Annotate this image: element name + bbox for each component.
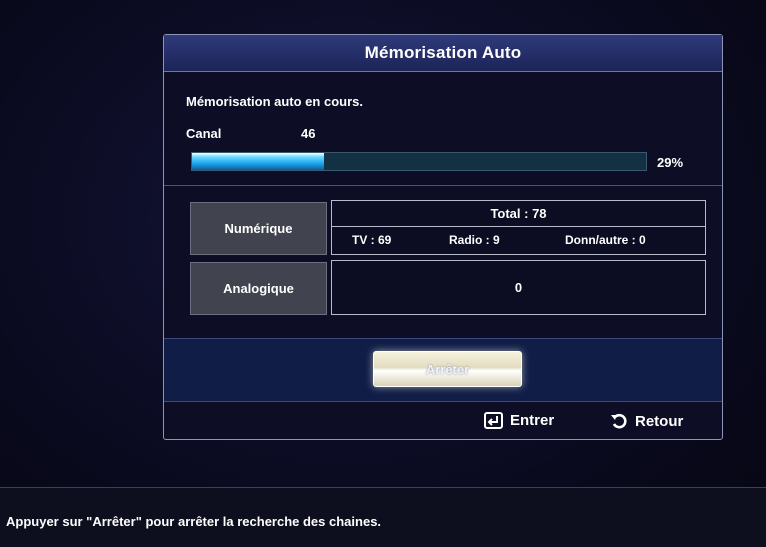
analog-count: 0 (514, 280, 523, 295)
return-key-label: Retour (635, 412, 684, 430)
return-key[interactable]: Retour (610, 412, 683, 430)
scan-status-text: Mémorisation auto en cours. (186, 94, 363, 109)
digital-total: Total : 78 (332, 201, 705, 227)
scan-progress-fill (192, 153, 324, 170)
scan-progress-bar (191, 152, 647, 171)
channel-label: Canal (186, 126, 222, 141)
stop-button[interactable]: Arrêter (373, 351, 522, 387)
digital-total-text: Total : 78 (490, 206, 547, 221)
data-other-count: Donn/autre : 0 (565, 233, 646, 247)
footer-key-guide: Entrer Retour (164, 402, 722, 440)
help-hint-text: Appuyer sur "Arrêter" pour arrêter la re… (6, 514, 382, 529)
enter-key[interactable]: Entrer (484, 412, 554, 429)
digital-results-cell: Total : 78 TV : 69 Radio : 9 Donn/autre … (331, 200, 706, 255)
help-bar: Appuyer sur "Arrêter" pour arrêter la re… (0, 487, 766, 547)
dialog-title: Mémorisation Auto (364, 43, 522, 62)
tv-count: TV : 69 (352, 233, 392, 247)
tv-screen: Mémorisation Auto Mémorisation auto en c… (0, 0, 766, 547)
digital-label-cell: Numérique (190, 202, 327, 255)
divider (164, 185, 722, 186)
analog-label-cell: Analogique (190, 262, 327, 315)
digital-label: Numérique (224, 221, 293, 236)
analog-results-cell: 0 (331, 260, 706, 315)
analog-label: Analogique (223, 281, 294, 296)
enter-key-icon (484, 412, 503, 429)
dialog-title-bar: Mémorisation Auto (164, 35, 722, 72)
return-arrow-icon (611, 413, 627, 429)
digital-breakdown: TV : 69 Radio : 9 Donn/autre : 0 (332, 227, 705, 253)
channel-value: 46 (301, 126, 316, 141)
scan-progress-percent: 29% (657, 155, 684, 170)
enter-key-label: Entrer (510, 412, 555, 429)
radio-count: Radio : 9 (449, 233, 500, 247)
auto-store-dialog: Mémorisation Auto Mémorisation auto en c… (163, 34, 723, 440)
button-band: Arrêter (164, 338, 722, 402)
